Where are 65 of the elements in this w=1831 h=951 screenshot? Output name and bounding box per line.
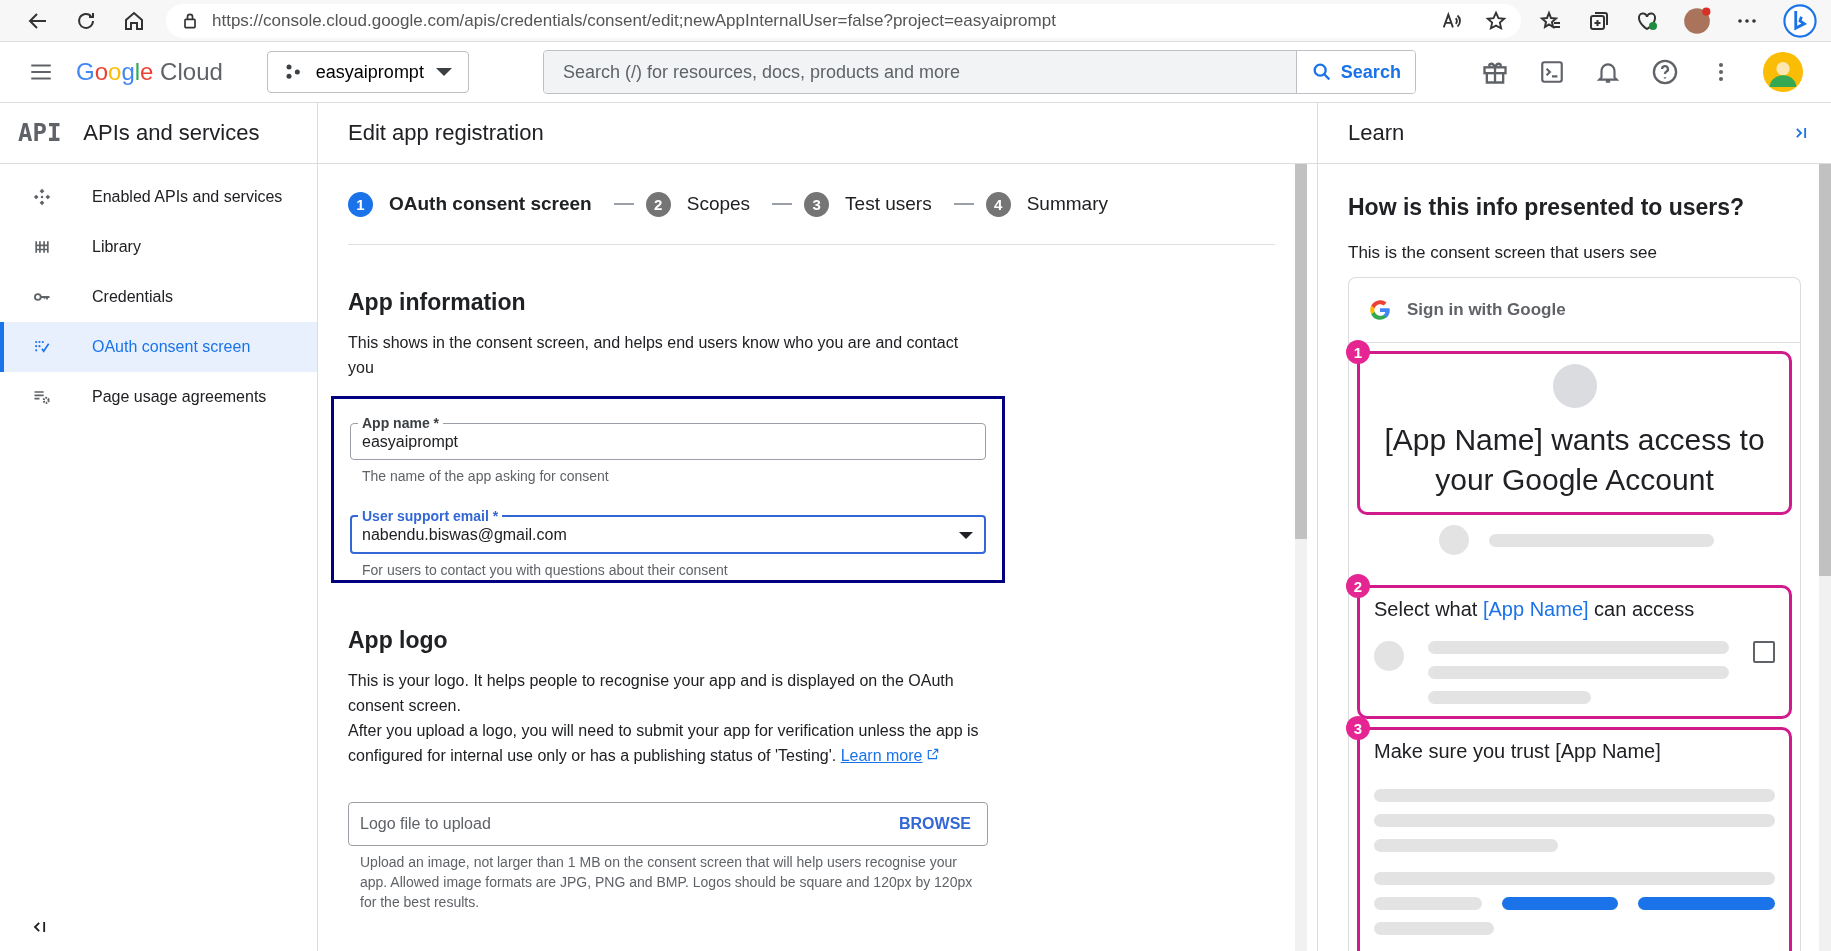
helper-text: The name of the app asking for consent [362, 467, 610, 486]
google-cloud-logo[interactable]: Google Cloud [76, 58, 223, 86]
panel-title: Learn [1348, 120, 1405, 146]
scrollbar-thumb[interactable] [1295, 164, 1307, 539]
sidebar-item[interactable]: OAuth consent screen [0, 322, 317, 372]
project-picker[interactable]: easyaiprompt [266, 51, 469, 93]
avatar-placeholder [1374, 641, 1404, 671]
preview-section-title: Make sure you trust [App Name] [1374, 740, 1662, 763]
description-text: This shows in the consent screen, and helps end users know who you are and contact you [348, 333, 960, 378]
browse-button[interactable]: BROWSE [895, 815, 975, 833]
step-connector [772, 203, 793, 205]
stepper-step[interactable]: 1 OAuth consent screen [348, 191, 592, 217]
step-number: 2 [645, 191, 671, 217]
external-link-icon[interactable] [926, 747, 941, 761]
helper-text: For users to contact you with questions about their consent [362, 561, 729, 580]
stepper-step[interactable]: 3 Test users [804, 191, 932, 217]
dropdown-caret-icon [959, 531, 973, 539]
dropdown-caret-icon [435, 68, 452, 76]
avatar-placeholder [1552, 364, 1597, 408]
star-icon[interactable] [1485, 9, 1507, 32]
page-title: Edit app registration [318, 103, 1317, 164]
avatar-placeholder [1439, 525, 1469, 555]
scrollbar-thumb[interactable] [1819, 164, 1831, 576]
sidebar-item[interactable]: Page usage agreements [0, 372, 317, 422]
step-number: 1 [348, 191, 373, 217]
scrollbar[interactable] [1295, 164, 1307, 951]
sidebar-item[interactable]: Enabled APIs and services [0, 172, 317, 222]
profile-avatar-icon[interactable] [1683, 6, 1711, 35]
helper-text: Upload an image, not larger than 1 MB on the consent screen that will help users recognise your app. Allowed image formats are JPG, PNG and BMP. Logos should be square and 120px by 120px for the best results. [360, 853, 974, 912]
sidebar-item[interactable]: Credentials [0, 272, 317, 322]
step-connector [953, 203, 974, 205]
copilot-icon[interactable] [1783, 3, 1817, 38]
description-text: After you upload a logo, you will need to submit your app for verification unless the app is configured for internal use only or has a publishing status of 'Testing'. Learn more [348, 721, 980, 766]
preview-section-title: Select what [App Name] can access [1374, 598, 1696, 621]
step-badge: 2 [1346, 574, 1370, 598]
section-heading: App logo [348, 627, 449, 654]
step-number: 4 [985, 191, 1011, 217]
url-text: https://console.cloud.google.com/apis/credentials/consent/edit;newAppInternalUser=false?project=easyaiprompt [212, 10, 1056, 31]
account-avatar-icon[interactable] [1763, 52, 1803, 92]
panel-heading: How is this info presented to users? [1348, 194, 1746, 221]
diamond-dots-icon [32, 187, 52, 207]
checkbox[interactable] [1753, 641, 1775, 663]
step-badge: 3 [1346, 716, 1370, 740]
panel-subtitle: This is the consent screen that users see [1348, 243, 1658, 263]
step-badge: 1 [1346, 340, 1370, 364]
description-text: This is your logo. It helps people to recognise your app and is displayed on the OAuth consent screen. [348, 671, 955, 716]
address-bar[interactable]: https://console.cloud.google.com/apis/credentials/consent/edit;newAppInternalUser=false?project=easyaiprompt [166, 3, 1521, 38]
step-number: 3 [804, 191, 830, 217]
learn-more-link[interactable]: Learn more [840, 747, 941, 764]
stepper-step[interactable]: 2 Scopes [645, 191, 751, 217]
sidebar-item[interactable]: Library [0, 222, 317, 272]
api-logo: API [18, 119, 62, 147]
sign-in-text: Sign in with Google [1407, 300, 1566, 320]
app-name-field[interactable]: App name * easyaiprompt [350, 415, 986, 460]
stepper-step[interactable]: 4 Summary [985, 191, 1108, 217]
help-icon[interactable] [1651, 58, 1679, 86]
preview-section-title: [App Name] wants access to your Google Account [1384, 422, 1765, 498]
email-dropdown[interactable]: User support email * nabendu.biswas@gmail.com [350, 508, 986, 554]
google-g-icon [1367, 297, 1393, 323]
step-connector [613, 203, 634, 205]
file-upload-field[interactable]: Logo file to upload BROWSE [348, 802, 988, 846]
section-heading: App information [348, 289, 527, 316]
scrollbar[interactable] [1819, 164, 1831, 951]
sidebar-title: APIs and services [83, 120, 260, 146]
terminal-icon[interactable] [1539, 59, 1565, 85]
